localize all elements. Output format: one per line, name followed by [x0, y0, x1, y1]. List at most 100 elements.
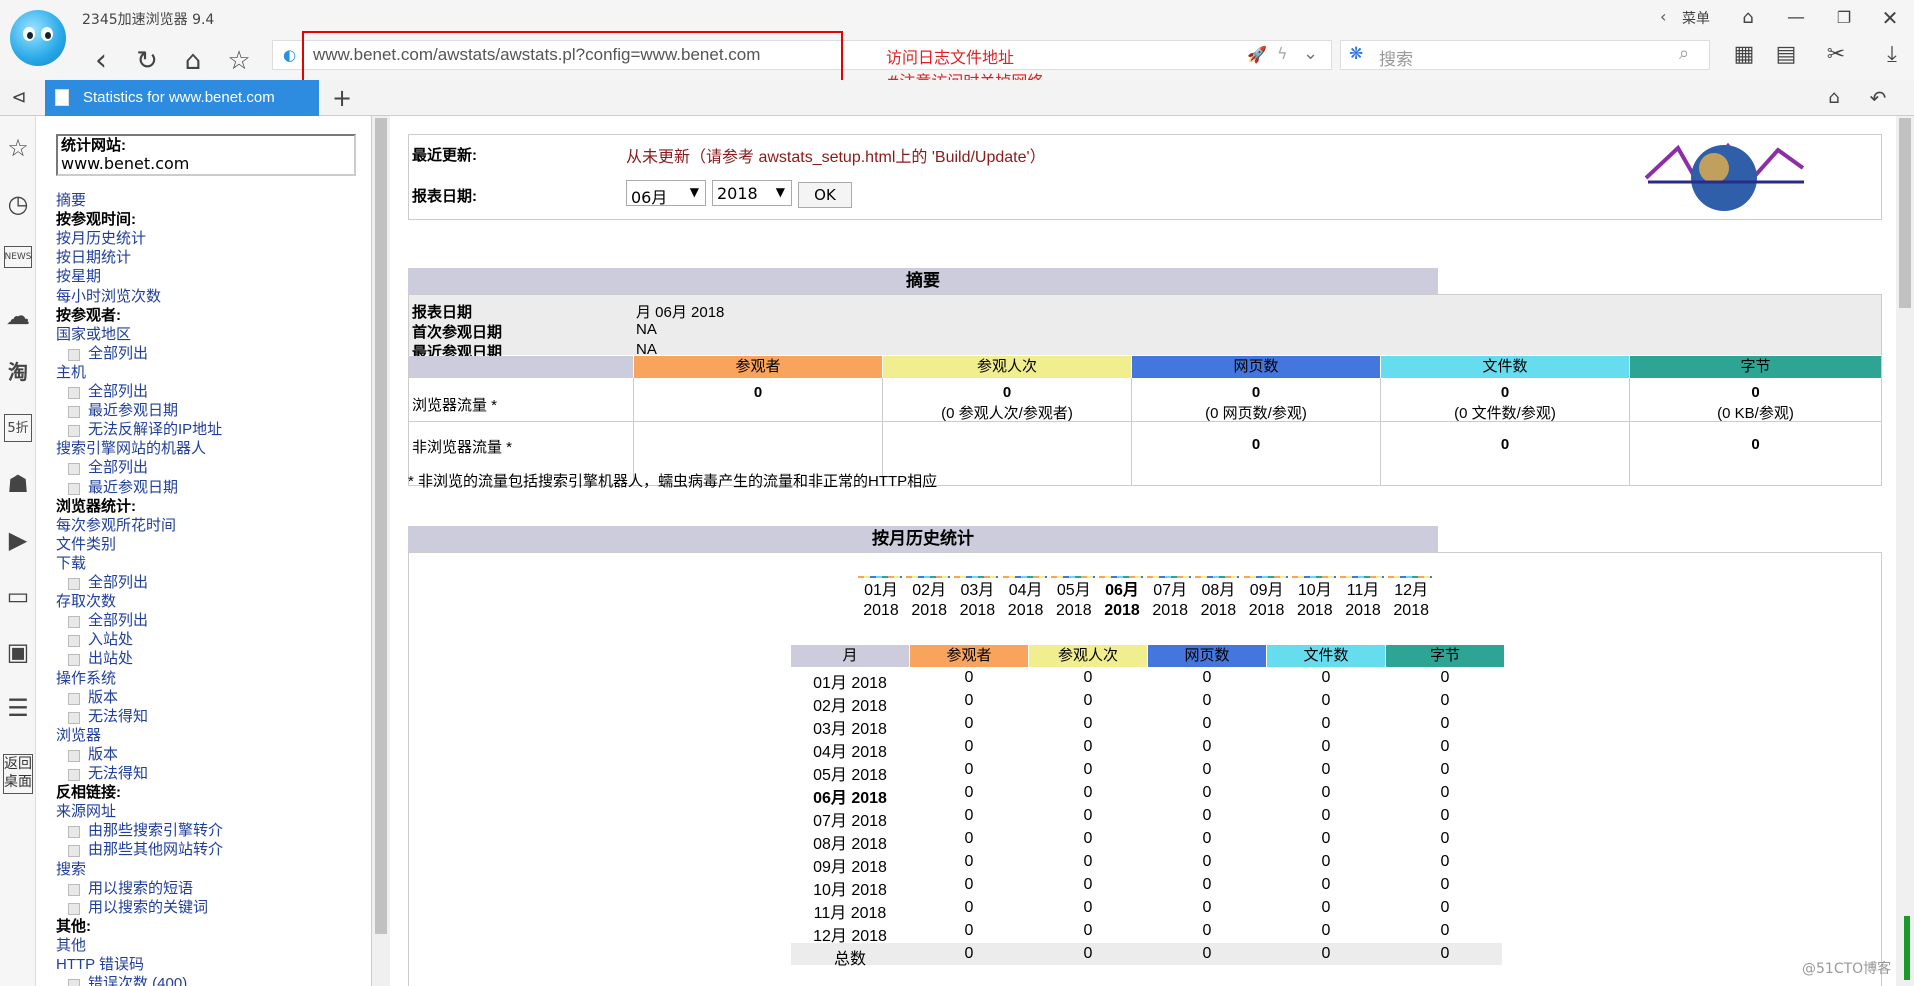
skin-icon[interactable]: ⌂ — [1734, 4, 1762, 32]
menu-link[interactable]: HTTP 错误码 — [56, 955, 144, 974]
favorite-star-icon[interactable]: ☆ — [222, 44, 256, 78]
download-icon[interactable]: ⤓ — [1876, 38, 1908, 72]
ok-button[interactable]: OK — [798, 182, 852, 208]
minimize-icon[interactable]: — — [1782, 4, 1810, 32]
menu-link[interactable]: 用以搜索的关键词 — [66, 898, 208, 917]
monthly-total-value: 0 — [1083, 945, 1093, 962]
menu-link[interactable]: 全部列出 — [66, 573, 148, 592]
monthly-col-header: 字节 — [1386, 645, 1504, 667]
discount-icon[interactable]: 5折 — [4, 414, 32, 442]
tab-active[interactable]: Statistics for www.benet.com — [45, 80, 319, 116]
monthly-row-value: 0 — [1083, 807, 1093, 824]
month-bar-baseline — [1243, 576, 1288, 578]
lightning-icon[interactable]: ϟ — [1277, 44, 1288, 63]
monthly-row-value: 0 — [964, 692, 974, 709]
menu-scrollbar[interactable] — [372, 116, 390, 986]
menu-link[interactable]: 搜索引擎网站的机器人 — [56, 439, 206, 458]
year-select[interactable]: 2018 ▼ — [712, 180, 792, 206]
taobao-icon[interactable]: 淘 — [4, 358, 32, 386]
menu-link[interactable]: 按日期统计 — [56, 248, 131, 267]
monthly-row-value: 0 — [1202, 876, 1212, 893]
menu-link[interactable]: 最近参观日期 — [66, 478, 178, 497]
menu-chevron-icon[interactable]: ‹ — [1660, 7, 1666, 26]
main-scrollbar[interactable] — [1896, 116, 1914, 986]
back-to-desktop-icon[interactable]: 返回桌面 — [3, 754, 33, 794]
menu-link[interactable]: 全部列出 — [66, 611, 148, 630]
menu-link[interactable]: 出站处 — [66, 649, 133, 668]
apps-grid-icon[interactable]: ▦ — [1728, 38, 1760, 72]
month-label: 12月 — [1394, 582, 1429, 599]
menu-link[interactable]: 下载 — [56, 554, 86, 573]
menu-button[interactable]: 菜单 — [1682, 8, 1710, 28]
summary-row-value: 月 06月 2018 — [636, 304, 725, 321]
search-input[interactable]: 搜索 — [1379, 45, 1413, 70]
back-icon[interactable]: ‹ — [86, 44, 116, 78]
search-icon[interactable]: ⌕ — [1679, 43, 1689, 64]
reload-icon[interactable]: ↻ — [130, 44, 164, 78]
menu-link[interactable]: 无法反解译的IP地址 — [66, 420, 222, 439]
game-icon[interactable]: ☗ — [4, 470, 32, 498]
monthly-row-value: 0 — [1440, 669, 1450, 686]
menu-link[interactable]: 全部列出 — [66, 344, 148, 363]
menu-link[interactable]: 无法得知 — [66, 707, 148, 726]
menu-link[interactable]: 最近参观日期 — [66, 401, 178, 420]
month-year-label: 2018 — [1297, 602, 1333, 619]
menu-link[interactable]: 国家或地区 — [56, 325, 131, 344]
calculator-icon[interactable]: ▣ — [4, 638, 32, 666]
monthly-total-label: 总数 — [833, 951, 866, 968]
monthly-row-value: 0 — [1440, 715, 1450, 732]
menu-link[interactable]: 操作系统 — [56, 669, 116, 688]
menu-link[interactable]: 每小时浏览次数 — [56, 287, 161, 306]
broom-icon[interactable]: ⌂ — [1820, 84, 1848, 112]
menu-scrollbar-thumb[interactable] — [375, 118, 387, 934]
menu-link[interactable]: 其他 — [56, 936, 86, 955]
menu-link[interactable]: 搜索 — [56, 860, 86, 879]
star-icon[interactable]: ☆ — [4, 134, 32, 162]
video-icon[interactable]: ▶ — [4, 526, 32, 554]
month-select[interactable]: 06月 ▼ — [626, 180, 706, 207]
menu-link[interactable]: 由那些其他网站转介 — [66, 840, 223, 859]
news-icon[interactable]: NEWS — [4, 246, 32, 268]
tab-title[interactable]: Statistics for www.benet.com — [83, 89, 313, 106]
menu-link[interactable]: 由那些搜索引擎转介 — [66, 821, 223, 840]
undo-icon[interactable]: ↶ — [1864, 84, 1892, 112]
close-icon[interactable]: ✕ — [1876, 4, 1904, 32]
month-year-label: 2018 — [1345, 602, 1381, 619]
screenshot-scissors-icon[interactable]: ✂ — [1820, 38, 1852, 72]
monthly-row-month: 04月 2018 — [813, 744, 887, 761]
menu-link[interactable]: 来源网址 — [56, 802, 116, 821]
menu-link[interactable]: 浏览器 — [56, 726, 101, 745]
summary-header-blank — [409, 356, 633, 378]
menu-link[interactable]: 主机 — [56, 363, 86, 382]
menu-link[interactable]: 按星期 — [56, 267, 101, 286]
menu-link[interactable]: 文件类别 — [56, 535, 116, 554]
menu-link[interactable]: 用以搜索的短语 — [66, 879, 193, 898]
menu-link[interactable]: 全部列出 — [66, 382, 148, 401]
wechat-icon[interactable]: ☁ — [4, 302, 32, 330]
collapse-sidebar-icon[interactable]: ⊲ — [6, 84, 32, 112]
tv-icon[interactable]: ▭ — [4, 582, 32, 610]
main-scrollbar-thumb[interactable] — [1899, 118, 1911, 308]
restore-icon[interactable]: ❐ — [1830, 4, 1858, 32]
menu-link[interactable]: 入站处 — [66, 630, 133, 649]
search-box[interactable]: ❋ 搜索 ⌕ — [1340, 40, 1710, 70]
monthly-row-value: 0 — [1202, 807, 1212, 824]
home-icon[interactable]: ⌂ — [176, 44, 210, 78]
menu-link[interactable]: 每次参观所花时间 — [56, 516, 176, 535]
menu-link[interactable]: 按月历史统计 — [56, 229, 146, 248]
new-tab-icon[interactable]: + — [328, 84, 356, 112]
history-icon[interactable]: ◷ — [4, 190, 32, 218]
chevron-down-icon[interactable]: ⌄ — [1303, 43, 1318, 64]
speedup-rocket-icon[interactable]: 🚀 — [1247, 45, 1267, 64]
menu-link[interactable]: 摘要 — [56, 191, 86, 210]
menu-link[interactable]: 存取次数 — [56, 592, 116, 611]
menu-link[interactable]: 版本 — [66, 745, 118, 764]
menu-link[interactable]: 无法得知 — [66, 764, 148, 783]
reader-icon[interactable]: ▤ — [1770, 38, 1802, 72]
menu-link[interactable]: 错误次数 (400) — [66, 974, 187, 986]
menu-link[interactable]: 全部列出 — [66, 458, 148, 477]
report-date-label: 报表日期: — [412, 188, 477, 205]
menu-link[interactable]: 版本 — [66, 688, 118, 707]
monthly-row-value: 0 — [1202, 853, 1212, 870]
list-icon[interactable]: ☰ — [4, 694, 32, 722]
